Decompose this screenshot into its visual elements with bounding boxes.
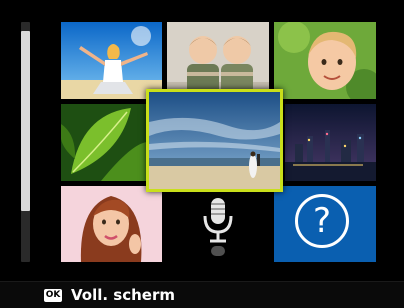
camera-playback-screen: ? OK Voll. scherm <box>0 0 404 308</box>
footer-bar: OK Voll. scherm <box>0 281 404 308</box>
scrollbar[interactable] <box>21 22 30 262</box>
thumbnail-twin-toddlers[interactable] <box>167 22 269 99</box>
scrollbar-thumb[interactable] <box>21 31 30 211</box>
thumbnail-night-city[interactable] <box>285 104 376 181</box>
thumbnail-smiling-child[interactable] <box>274 22 376 99</box>
thumbnail-selected-beach-wedding[interactable] <box>146 89 283 192</box>
ok-button-badge[interactable]: OK <box>44 289 62 302</box>
microphone-icon <box>167 186 269 262</box>
thumbnail-green-leaves[interactable] <box>61 104 147 181</box>
thumbnail-voice-memo[interactable] <box>167 186 269 262</box>
fullscreen-hint-label: Voll. scherm <box>71 286 175 304</box>
thumbnail-woman-portrait[interactable] <box>61 186 162 262</box>
thumbnail-help[interactable]: ? <box>274 186 376 262</box>
thumbnail-beach-woman[interactable] <box>61 22 162 99</box>
question-mark-icon: ? <box>312 201 332 241</box>
